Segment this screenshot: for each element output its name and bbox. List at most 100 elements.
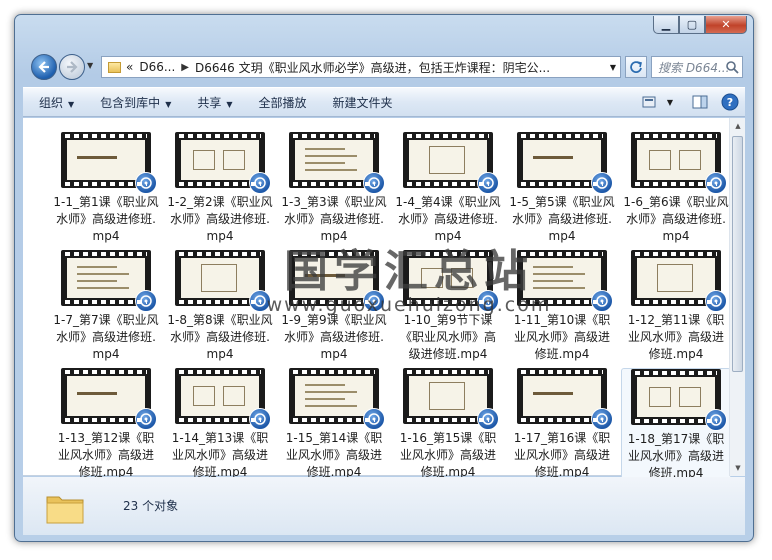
video-thumbnail[interactable] xyxy=(175,250,271,312)
file-item[interactable]: 1-5_第5课《职业风水师》高级进修班.mp4 xyxy=(507,132,617,245)
maximize-button[interactable]: ▢ xyxy=(679,16,705,34)
slide-preview xyxy=(67,376,145,416)
video-thumbnail[interactable] xyxy=(61,368,157,430)
breadcrumb-parent[interactable]: D66... xyxy=(139,60,175,74)
video-thumbnail[interactable] xyxy=(631,132,727,194)
refresh-button[interactable] xyxy=(625,56,647,78)
include-in-library-menu[interactable]: 包含到库中 ▼ xyxy=(100,94,171,111)
back-arrow-icon xyxy=(38,61,49,73)
forward-button[interactable] xyxy=(59,54,85,80)
file-name: 1-3_第3课《职业风水师》高级进修班.mp4 xyxy=(281,195,387,243)
video-thumbnail[interactable] xyxy=(289,250,385,312)
slide-shape xyxy=(451,268,473,288)
organize-menu[interactable]: 组织 ▼ xyxy=(39,94,74,111)
recent-pages-dropdown[interactable]: ▼ xyxy=(87,61,93,70)
file-item[interactable]: 1-1_第1课《职业风水师》高级进修班.mp4 xyxy=(51,132,161,245)
close-button[interactable]: ✕ xyxy=(705,16,747,34)
file-name: 1-5_第5课《职业风水师》高级进修班.mp4 xyxy=(509,195,615,243)
chevron-down-icon: ▼ xyxy=(226,99,233,109)
breadcrumb-overflow[interactable]: « xyxy=(126,60,133,74)
file-name: 1-7_第7课《职业风水师》高级进修班.mp4 xyxy=(53,313,159,361)
video-thumbnail[interactable] xyxy=(61,250,157,312)
video-thumbnail[interactable] xyxy=(175,368,271,430)
media-player-icon xyxy=(363,290,385,312)
new-folder-button[interactable]: 新建文件夹 xyxy=(333,94,393,111)
media-player-icon xyxy=(249,290,271,312)
video-thumbnail[interactable] xyxy=(289,132,385,194)
svg-text:?: ? xyxy=(727,96,733,109)
video-thumbnail[interactable] xyxy=(175,132,271,194)
slide-text-line xyxy=(77,287,129,289)
command-bar: 组织 ▼ 包含到库中 ▼ 共享 ▼ 全部播放 新建文件夹 ▼ ? xyxy=(23,87,745,117)
preview-pane-button[interactable] xyxy=(691,93,709,111)
file-item[interactable]: 1-9_第9课《职业风水师》高级进修班.mp4 xyxy=(279,250,389,363)
video-thumbnail[interactable] xyxy=(289,368,385,430)
file-item[interactable]: 1-12_第11课《职业风水师》高级进修班.mp4 xyxy=(621,250,731,363)
scrollbar-thumb[interactable] xyxy=(732,136,743,372)
back-button[interactable] xyxy=(31,54,57,80)
file-item[interactable]: 1-15_第14课《职业风水师》高级进修班.mp4 xyxy=(279,368,389,481)
file-item[interactable]: 1-16_第15课《职业风水师》高级进修班.mp4 xyxy=(393,368,503,481)
media-player-icon xyxy=(135,408,157,430)
view-controls: ▼ ? xyxy=(629,93,739,111)
media-player-icon xyxy=(363,172,385,194)
minimize-button[interactable]: ▁ xyxy=(653,16,679,34)
video-thumbnail[interactable] xyxy=(631,250,727,312)
details-pane: 23 个对象 xyxy=(23,477,745,535)
scroll-down-icon[interactable]: ▼ xyxy=(730,460,746,476)
video-thumbnail[interactable] xyxy=(61,132,157,194)
help-button[interactable]: ? xyxy=(721,93,739,111)
search-icon[interactable] xyxy=(725,60,739,74)
address-bar[interactable]: « D66... ▶ D6646 文玥《职业风水师必学》高级进，包括王炸课程：阴… xyxy=(101,56,621,78)
file-item[interactable]: 1-7_第7课《职业风水师》高级进修班.mp4 xyxy=(51,250,161,363)
file-item[interactable]: 1-4_第4课《职业风水师》高级进修班.mp4 xyxy=(393,132,503,245)
view-dropdown-icon[interactable]: ▼ xyxy=(661,93,679,111)
slide-preview xyxy=(295,258,373,298)
explorer-window: ▁ ▢ ✕ ▼ « D66... ▶ D6646 文玥《职业风水师必学》高级进，… xyxy=(14,14,754,542)
slide-shape xyxy=(193,386,215,406)
slide-text-line xyxy=(77,273,129,275)
video-thumbnail[interactable] xyxy=(517,132,613,194)
slide-text-line xyxy=(533,266,573,268)
play-all-button[interactable]: 全部播放 xyxy=(259,94,307,111)
change-view-button[interactable] xyxy=(641,93,659,111)
file-item[interactable]: 1-17_第16课《职业风水师》高级进修班.mp4 xyxy=(507,368,617,481)
media-player-icon xyxy=(135,290,157,312)
video-thumbnail[interactable] xyxy=(517,250,613,312)
video-thumbnail[interactable] xyxy=(517,368,613,430)
slide-text-line xyxy=(305,384,345,386)
help-icon: ? xyxy=(721,93,739,111)
share-menu[interactable]: 共享 ▼ xyxy=(197,94,232,111)
video-thumbnail[interactable] xyxy=(403,132,499,194)
video-thumbnail[interactable] xyxy=(403,368,499,430)
file-item[interactable]: 1-6_第6课《职业风水师》高级进修班.mp4 xyxy=(621,132,731,245)
file-item[interactable]: 1-10_第9节下课《职业风水师》高级进修班.mp4 xyxy=(393,250,503,363)
video-thumbnail[interactable] xyxy=(631,369,727,431)
slide-preview xyxy=(409,376,487,416)
address-row: ▼ « D66... ▶ D6646 文玥《职业风水师必学》高级进，包括王炸课程… xyxy=(27,53,743,83)
slide-text-line xyxy=(77,280,117,282)
vertical-scrollbar[interactable]: ▲ ▼ xyxy=(729,118,745,476)
media-player-icon xyxy=(249,172,271,194)
file-item[interactable]: 1-2_第2课《职业风水师》高级进修班.mp4 xyxy=(165,132,275,245)
media-player-icon xyxy=(363,408,385,430)
scroll-up-icon[interactable]: ▲ xyxy=(730,118,746,134)
breadcrumb-separator-icon[interactable]: ▶ xyxy=(181,62,189,73)
search-input[interactable]: 搜索 D664... xyxy=(651,56,743,78)
slide-preview xyxy=(295,140,373,180)
media-player-icon xyxy=(591,290,613,312)
file-name: 1-10_第9节下课《职业风水师》高级进修班.mp4 xyxy=(399,313,496,361)
video-thumbnail[interactable] xyxy=(403,250,499,312)
address-dropdown-icon[interactable]: ▼ xyxy=(610,63,616,72)
file-item[interactable]: 1-11_第10课《职业风水师》高级进修班.mp4 xyxy=(507,250,617,363)
breadcrumb-current[interactable]: D6646 文玥《职业风水师必学》高级进，包括王炸课程：阴宅公... xyxy=(195,59,550,76)
file-item[interactable]: 1-18_第17课《职业风水师》高级进修班.mp4 xyxy=(621,368,731,483)
slide-text-line xyxy=(77,266,117,268)
file-name: 1-9_第9课《职业风水师》高级进修班.mp4 xyxy=(281,313,387,361)
file-item[interactable]: 1-3_第3课《职业风水师》高级进修班.mp4 xyxy=(279,132,389,245)
file-item[interactable]: 1-14_第13课《职业风水师》高级进修班.mp4 xyxy=(165,368,275,481)
file-list-pane[interactable]: 1-1_第1课《职业风水师》高级进修班.mp4 1-2_第2课《职业风水师》高级进… xyxy=(23,118,745,483)
slide-shape xyxy=(657,264,693,292)
file-item[interactable]: 1-8_第8课《职业风水师》高级进修班.mp4 xyxy=(165,250,275,363)
file-item[interactable]: 1-13_第12课《职业风水师》高级进修班.mp4 xyxy=(51,368,161,481)
